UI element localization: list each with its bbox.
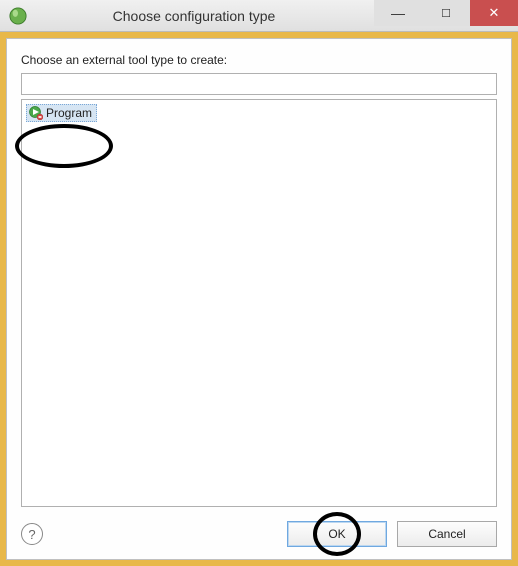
filter-input[interactable] <box>21 73 497 95</box>
ok-button-label: OK <box>328 527 345 541</box>
dialog-content: Choose an external tool type to create: … <box>6 38 512 560</box>
prompt-label: Choose an external tool type to create: <box>21 53 497 67</box>
maximize-button[interactable]: ☐ <box>422 0 470 26</box>
dialog-window: Choose configuration type — ☐ ✕ Choose a… <box>0 0 518 566</box>
program-run-icon <box>29 106 43 120</box>
list-item-program[interactable]: Program <box>26 104 97 122</box>
type-list[interactable]: Program <box>21 99 497 507</box>
titlebar: Choose configuration type — ☐ ✕ <box>0 0 518 32</box>
list-item-label: Program <box>46 106 92 120</box>
app-icon <box>8 6 28 26</box>
minimize-button[interactable]: — <box>374 0 422 26</box>
cancel-button[interactable]: Cancel <box>397 521 497 547</box>
ok-button[interactable]: OK <box>287 521 387 547</box>
window-controls: — ☐ ✕ <box>374 0 518 31</box>
window-title: Choose configuration type <box>34 8 374 24</box>
cancel-button-label: Cancel <box>428 527 465 541</box>
button-row: ? OK Cancel <box>21 521 497 547</box>
close-button[interactable]: ✕ <box>470 0 518 26</box>
help-button[interactable]: ? <box>21 523 43 545</box>
